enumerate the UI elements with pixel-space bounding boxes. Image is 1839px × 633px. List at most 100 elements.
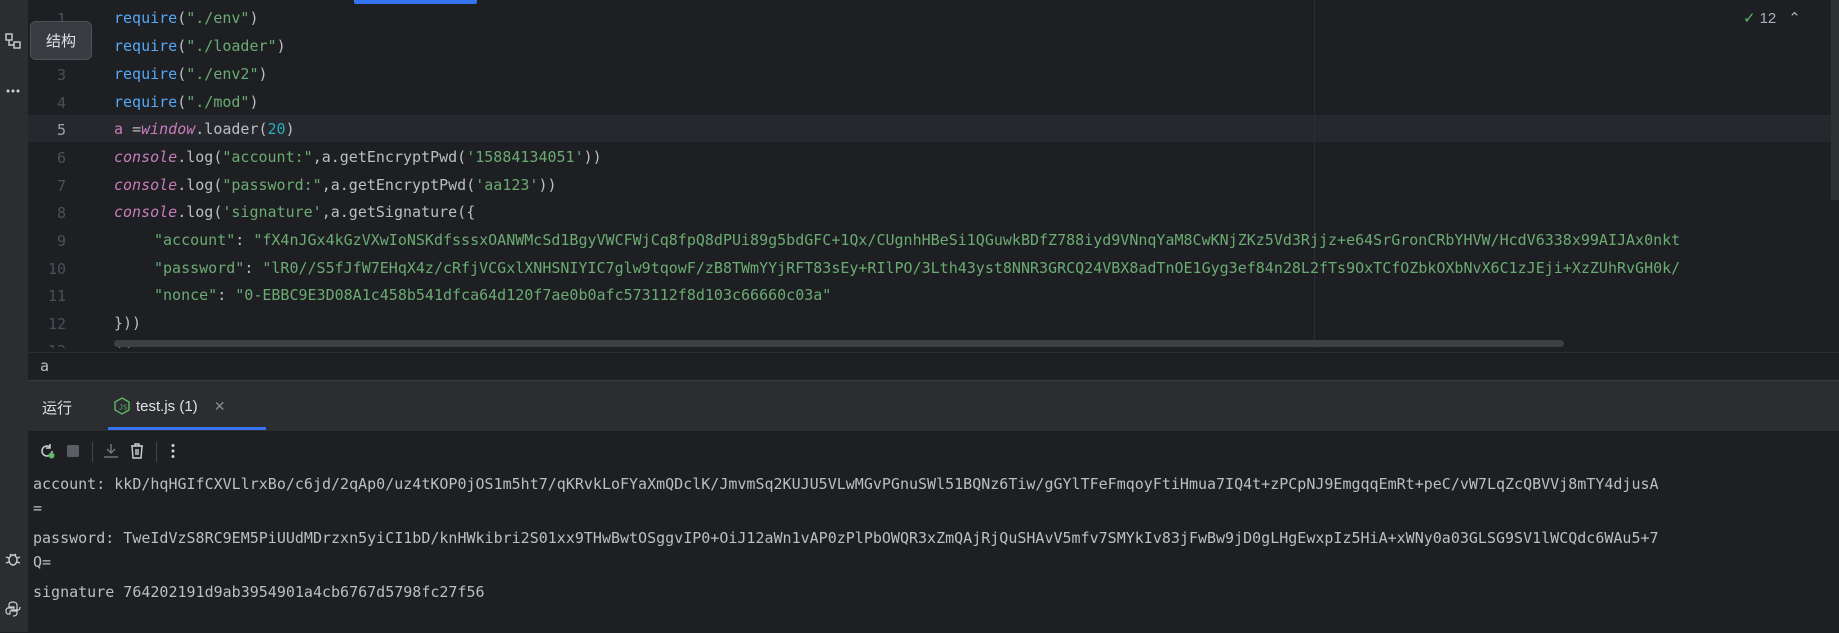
rerun-icon[interactable] bbox=[36, 440, 58, 462]
code-token: : bbox=[235, 231, 254, 249]
code-line-1[interactable]: require("./env") bbox=[114, 5, 259, 32]
inspection-count: 12 bbox=[1759, 9, 1777, 27]
code-token: )) bbox=[583, 148, 602, 166]
line-number-active: 5 bbox=[56, 121, 66, 139]
code-token: 'signature' bbox=[222, 203, 322, 221]
code-token: console bbox=[114, 148, 178, 166]
console-line: Q= bbox=[33, 553, 52, 571]
line-number: 13 bbox=[28, 342, 66, 348]
code-token: "./env" bbox=[186, 9, 250, 27]
code-line-3[interactable]: require("./env2") bbox=[114, 61, 268, 88]
console-line: = bbox=[33, 499, 43, 517]
run-toolbar bbox=[28, 431, 1839, 471]
svg-text:JS: JS bbox=[119, 404, 127, 412]
code-token: ( bbox=[177, 93, 187, 111]
tab-label: test.js (1) bbox=[136, 397, 198, 415]
line-number: 6 bbox=[56, 149, 66, 167]
code-token: .log( bbox=[177, 176, 223, 194]
code-token: .log( bbox=[177, 148, 223, 166]
code-token: })) bbox=[114, 314, 142, 332]
code-token: require bbox=[114, 65, 178, 83]
code-line-2[interactable]: require("./loader") bbox=[114, 33, 286, 60]
run-panel: 运行 JS test.js (1) ✕ account: kkD/hqHGIfC… bbox=[28, 380, 1839, 633]
line-number: 9 bbox=[56, 232, 66, 250]
code-line-10[interactable]: "password": "lR0//S5fJfW7EHqX4z/cRfjVCGx… bbox=[154, 255, 1680, 282]
structure-tooltip: 结构 bbox=[30, 21, 92, 60]
code-token: ) bbox=[276, 37, 286, 55]
debug-icon[interactable] bbox=[2, 548, 24, 570]
code-token: "./mod" bbox=[186, 93, 250, 111]
code-token: ,a.getEncryptPwd( bbox=[312, 148, 467, 166]
code-token: "password" bbox=[154, 259, 245, 277]
toolbar-divider bbox=[92, 442, 93, 462]
code-token: ( bbox=[177, 37, 187, 55]
chevron-up-icon[interactable]: ⌃ bbox=[1788, 9, 1801, 27]
line-number: 8 bbox=[56, 204, 66, 222]
run-panel-title: 运行 bbox=[42, 400, 73, 417]
toolbar-divider bbox=[156, 442, 157, 462]
code-token: )) bbox=[538, 176, 557, 194]
vertical-scrollbar[interactable] bbox=[1831, 0, 1839, 200]
code-token: require bbox=[114, 93, 178, 111]
scroll-to-end-icon[interactable] bbox=[100, 440, 122, 462]
trash-icon[interactable] bbox=[126, 440, 148, 462]
code-token: "./loader" bbox=[186, 37, 277, 55]
code-token: ) bbox=[249, 93, 259, 111]
tab-test-js[interactable]: JS test.js (1) ✕ bbox=[108, 385, 266, 427]
code-token: 'aa123' bbox=[475, 176, 539, 194]
code-token: console bbox=[114, 203, 178, 221]
code-line-6[interactable]: console.log("account:",a.getEncryptPwd('… bbox=[114, 144, 602, 171]
console-line: signature 764202191d9ab3954901a4cb6767d5… bbox=[33, 583, 485, 601]
active-tab-indicator bbox=[108, 427, 266, 430]
close-icon[interactable]: ✕ bbox=[214, 398, 226, 415]
right-margin-guide bbox=[1314, 0, 1315, 348]
code-token: "nonce" bbox=[154, 286, 218, 304]
run-panel-header: 运行 JS test.js (1) ✕ bbox=[28, 381, 1839, 431]
line-number: 11 bbox=[47, 287, 66, 305]
code-token: .log( bbox=[177, 203, 223, 221]
code-token: require bbox=[114, 9, 178, 27]
nodejs-icon: JS bbox=[114, 397, 130, 419]
code-token: a bbox=[114, 120, 133, 138]
structure-icon[interactable] bbox=[2, 30, 24, 52]
more-options-icon[interactable] bbox=[162, 440, 184, 462]
line-number: 3 bbox=[56, 66, 66, 84]
code-token: 20 bbox=[267, 120, 286, 138]
code-token: "account:" bbox=[222, 148, 313, 166]
stop-icon[interactable] bbox=[62, 440, 84, 462]
code-token: "password:" bbox=[222, 176, 322, 194]
code-editor[interactable]: 1 2 3 4 5 6 7 8 9 10 11 12 13 require(".… bbox=[28, 0, 1839, 348]
code-line-12[interactable]: })) bbox=[114, 310, 141, 337]
code-token: : bbox=[244, 259, 263, 277]
code-line-7[interactable]: console.log("password:",a.getEncryptPwd(… bbox=[114, 172, 557, 199]
code-line-9[interactable]: "account": "fX4nJGx4kGzVXwIoNSKdfsssxOAN… bbox=[154, 227, 1680, 254]
code-token: .loader( bbox=[195, 120, 268, 138]
code-token: ) bbox=[258, 65, 268, 83]
code-token: "fX4nJGx4kGzVXwIoNSKdfsssxOANWMcSd1BgyVW… bbox=[253, 231, 1681, 249]
code-token: window bbox=[141, 120, 196, 138]
code-token: "lR0//S5fJfW7EHqX4z/cRfjVCGxlXNHSNIYIC7g… bbox=[262, 259, 1681, 277]
code-token: '15884134051' bbox=[466, 148, 584, 166]
more-icon[interactable] bbox=[2, 80, 24, 102]
line-number: 7 bbox=[56, 177, 66, 195]
code-token: = bbox=[132, 120, 142, 138]
python-icon[interactable] bbox=[2, 598, 24, 620]
code-token: ( bbox=[177, 9, 187, 27]
code-token: "0-EBBC9E3D08A1c458b541dfca64d120f7ae0b0… bbox=[235, 286, 832, 304]
code-line-8[interactable]: console.log('signature',a.getSignature({ bbox=[114, 199, 475, 226]
code-line-4[interactable]: require("./mod") bbox=[114, 89, 259, 116]
inspection-widget[interactable]: ✓ 12 ⌃ bbox=[1743, 9, 1801, 28]
breadcrumb-item[interactable]: a bbox=[40, 357, 49, 375]
code-token: "./env2" bbox=[186, 65, 259, 83]
console-output[interactable]: account: kkD/hqHGIfCXVLlrxBo/c6jd/2qAp0/… bbox=[28, 473, 1839, 633]
code-token: ) bbox=[285, 120, 295, 138]
editor-tab-indicator bbox=[354, 0, 477, 4]
horizontal-scrollbar[interactable] bbox=[114, 340, 1564, 347]
line-number: 4 bbox=[56, 94, 66, 112]
code-line-11[interactable]: "nonce": "0-EBBC9E3D08A1c458b541dfca64d1… bbox=[154, 282, 831, 309]
code-token: ,a.getEncryptPwd( bbox=[321, 176, 476, 194]
line-number: 12 bbox=[47, 315, 66, 333]
code-token: ) bbox=[249, 9, 259, 27]
line-number: 10 bbox=[47, 260, 66, 278]
code-line-5[interactable]: a =window.loader(20) bbox=[114, 116, 295, 143]
